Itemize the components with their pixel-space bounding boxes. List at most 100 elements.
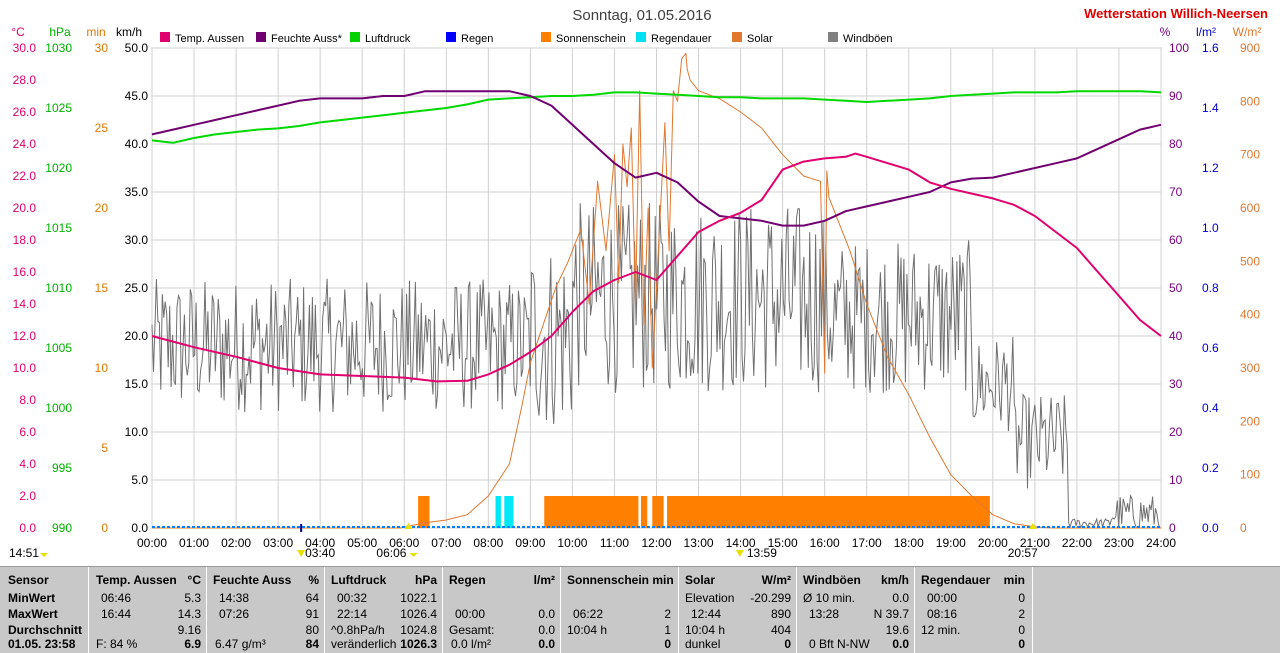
moonset-label: 14:51 [9, 546, 39, 560]
stats-header-wind-unit: km/h [880, 573, 909, 587]
humidity-axis-tick: 100 [1169, 41, 1189, 55]
sunshine-axis-tick: 0 [101, 521, 108, 535]
x-tick-label: 18:00 [894, 536, 924, 550]
rain-axis-tick: 0.6 [1202, 341, 1219, 355]
x-tick-label: 23:00 [1104, 536, 1134, 550]
wind-axis-tick: 30.0 [125, 233, 149, 247]
sunrise-label: 06:06 [376, 546, 406, 560]
wind-now-label: 0 Bft N-NW [809, 637, 870, 651]
x-tick-label: 17:00 [852, 536, 882, 550]
stats-col-pressure: Luftdruck hPa 00:32 1022.1 22:14 1026.4 … [324, 567, 443, 653]
rain-axis-tick: 1.6 [1202, 41, 1219, 55]
stats-header-hum-unit: % [308, 573, 319, 587]
x-tick-label: 11:00 [600, 536, 629, 550]
wind-max-time: 13:28 [809, 607, 840, 621]
stats-col-sensor: Sensor MinWert MaxWert Durchschnitt 01.0… [0, 567, 88, 653]
temp-now: 6.9 [184, 637, 201, 651]
sun-avg: 1 [664, 623, 671, 637]
x-tick-label: 22:00 [1062, 536, 1092, 550]
solar-max: 890 [770, 607, 791, 621]
wind-axis-tick: 45.0 [125, 89, 149, 103]
sunshine-axis-tick: 25 [95, 121, 109, 135]
rain-duration-bar [495, 496, 501, 528]
stats-header-raindur: Regendauer [921, 573, 991, 587]
temp-axis-tick: 14.0 [13, 297, 37, 311]
wind-axis-tick: 0.0 [131, 521, 148, 535]
rain-axis-tick: 1.0 [1202, 221, 1219, 235]
raindur-avg: 0 [1018, 623, 1025, 637]
x-tick-label: 09:00 [515, 536, 545, 550]
moonrise-label: 03:40 [305, 546, 335, 560]
wind-axis-tick: 25.0 [125, 281, 149, 295]
legend-swatch [541, 32, 551, 42]
solar-axis-tick: 700 [1240, 148, 1260, 162]
stats-header-temp: Temp. Aussen [96, 573, 177, 587]
rain-total-label: Gesamt: [449, 623, 495, 637]
x-tick-label: 24:00 [1146, 536, 1176, 550]
pressure-axis-tick: 1010 [45, 281, 72, 295]
sun-now: 0 [664, 637, 671, 651]
stats-header-sun: Sonnenschein min [567, 573, 674, 587]
legend-swatch [732, 32, 742, 42]
wind-axis-tick: 5.0 [131, 473, 148, 487]
x-tick-label: 08:00 [473, 536, 503, 550]
rain-axis-tick: 0.8 [1202, 281, 1219, 295]
solar-axis-tick: 900 [1240, 41, 1260, 55]
x-tick-label: 05:00 [347, 536, 377, 550]
humidity-axis-tick: 20 [1169, 425, 1183, 439]
wind-axis-tick: 35.0 [125, 185, 149, 199]
press-min-time: 00:32 [337, 591, 368, 605]
legend-label: Solar [747, 33, 773, 45]
wind-axis-tick: 20.0 [125, 329, 149, 343]
stats-header-wind: Windböen [803, 573, 861, 587]
pressure-axis-tick: 995 [52, 461, 72, 475]
rain-axis-tick: 0.4 [1202, 401, 1219, 415]
humidity-axis-tick: 40 [1169, 329, 1183, 343]
sunshine-bar [652, 496, 664, 528]
rain-total: 0.0 [538, 623, 555, 637]
solar-axis-tick: 100 [1240, 468, 1260, 482]
temp-axis-tick: 6.0 [19, 425, 36, 439]
solar-axis-tick: 200 [1240, 414, 1260, 428]
x-tick-label: 02:00 [221, 536, 251, 550]
press-min: 1022.1 [400, 591, 437, 605]
x-tick-label: 19:00 [936, 536, 966, 550]
axis-unit-label: l/m² [1196, 25, 1216, 39]
sun-max-time: 06:22 [573, 607, 604, 621]
stats-label-min: MinWert [8, 591, 56, 605]
stats-header-rain-unit: l/m² [533, 573, 555, 587]
press-max: 1026.4 [400, 607, 437, 621]
moonrise-icon [297, 550, 306, 557]
press-now-label: veränderlich [331, 637, 397, 651]
humidity-axis-tick: 0 [1169, 521, 1176, 535]
sunshine-axis-tick: 5 [101, 441, 108, 455]
stats-header-solar: Solar [685, 573, 716, 587]
pressure-axis-tick: 1020 [45, 161, 72, 175]
legend-swatch [636, 32, 646, 42]
humidity-axis-tick: 30 [1169, 377, 1183, 391]
stats-label-avg: Durchschnitt [8, 623, 83, 637]
stats-header-temp-unit: °C [187, 573, 201, 587]
sun-duration: 10:04 h [567, 623, 608, 637]
solar-max-time: 12:44 [691, 607, 722, 621]
hum-now-label: 6.47 g/m³ [215, 637, 266, 651]
temp-axis-tick: 0.0 [19, 521, 36, 535]
hum-max-time: 07:26 [219, 607, 250, 621]
temp-max: 14.3 [177, 607, 201, 621]
stats-col-rain: Regen l/m² 00:00 0.0 Gesamt: 0.0 0.0 l/m… [442, 567, 561, 653]
solar-axis-tick: 0 [1240, 521, 1247, 535]
legend-label: Regendauer [651, 33, 712, 45]
temp-axis-tick: 8.0 [19, 393, 36, 407]
weather-chart: 00:00 01:00 02:00 03:00 04:00 05:00 06:00 07:00… [9, 6, 1268, 560]
axis-unit-label: °C [11, 25, 25, 39]
wind-avg10: 0.0 [892, 591, 909, 605]
raindur-min-time: 00:00 [927, 591, 958, 605]
humidity-axis-tick: 80 [1169, 137, 1183, 151]
solar-elevation: -20.299 [750, 591, 791, 605]
legend-label: Luftdruck [365, 33, 411, 45]
rain-axis-tick: 1.2 [1202, 161, 1219, 175]
temp-min-time: 06:46 [101, 591, 132, 605]
x-tick-label: 13:00 [684, 536, 714, 550]
moonset-icon [40, 553, 48, 557]
sunshine-axis-tick: 10 [95, 361, 109, 375]
